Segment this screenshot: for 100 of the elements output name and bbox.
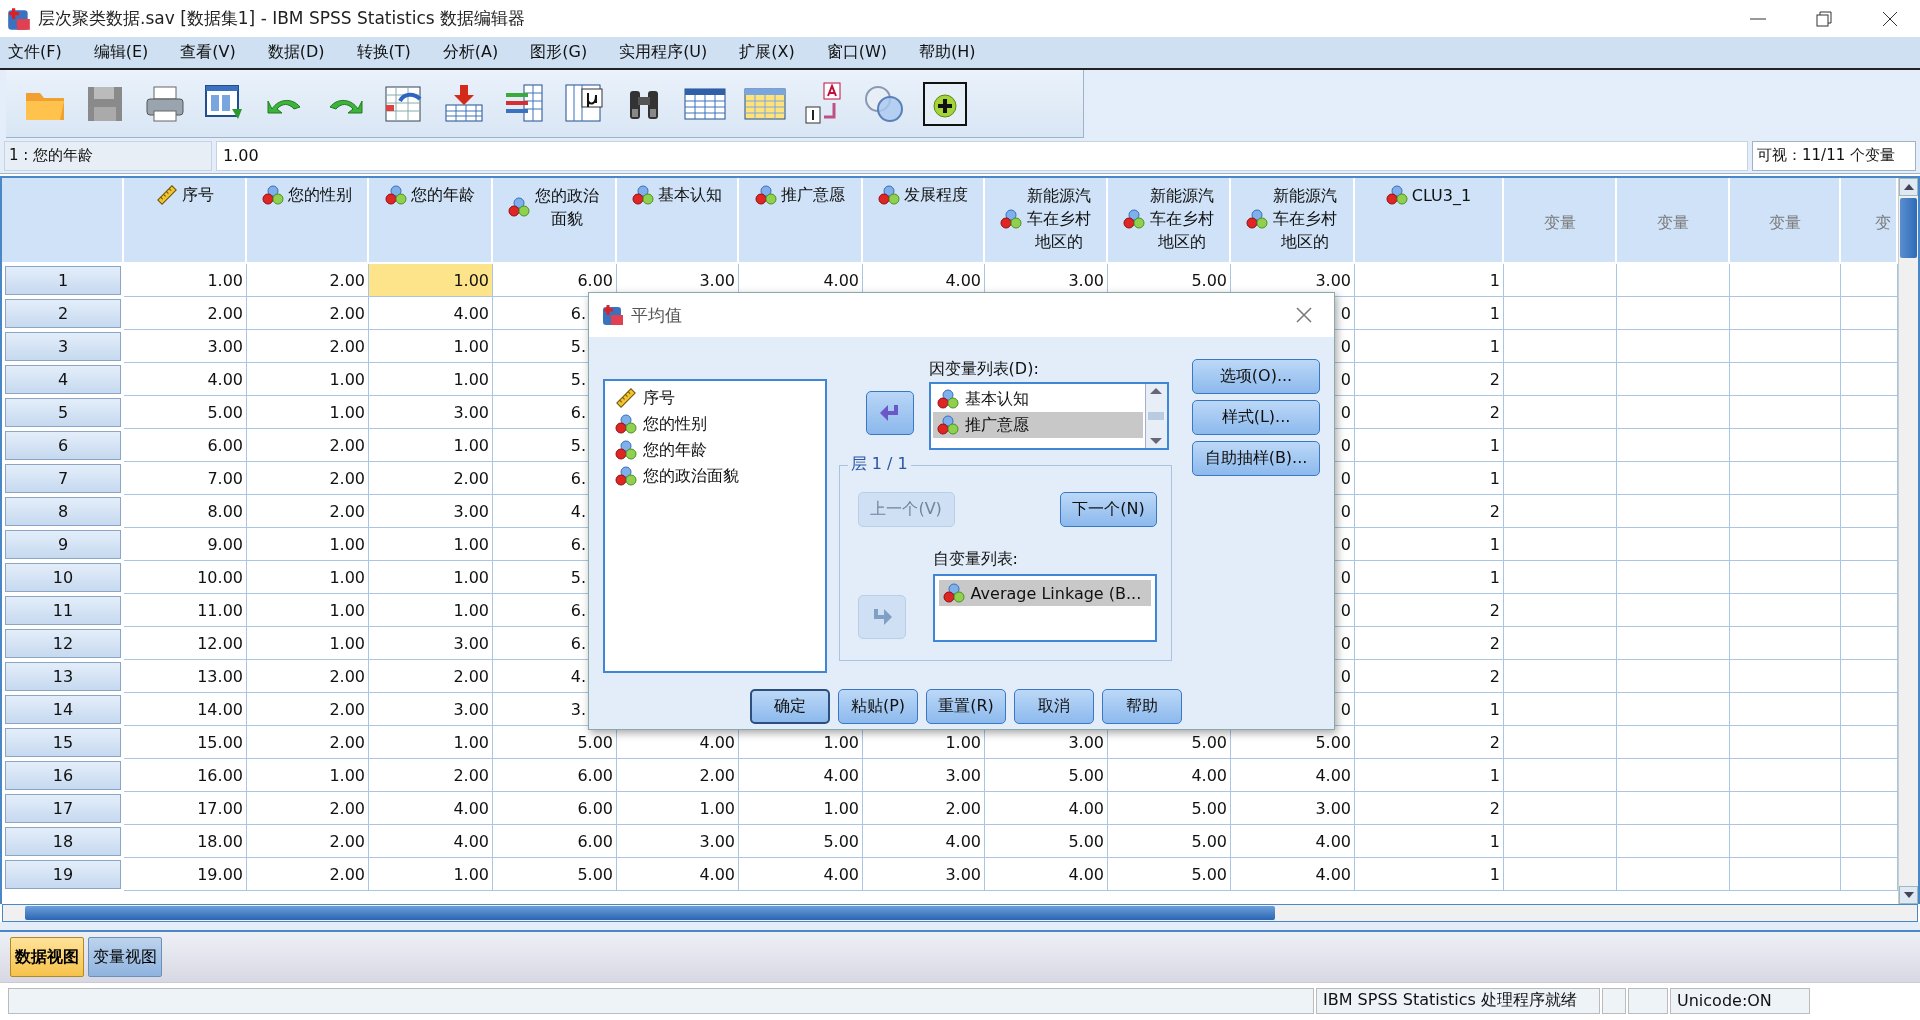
column-header[interactable]: 您的年龄	[369, 178, 493, 264]
menu-item[interactable]: 扩展(X)	[735, 42, 810, 63]
empty-cell[interactable]	[1730, 429, 1841, 462]
empty-cell[interactable]	[1730, 495, 1841, 528]
splitter[interactable]	[0, 922, 1920, 932]
empty-cell[interactable]	[1617, 825, 1730, 858]
row-number[interactable]: 5	[5, 398, 121, 427]
empty-cell[interactable]	[1730, 726, 1841, 759]
row-number[interactable]: 6	[5, 431, 121, 460]
row-number[interactable]: 3	[5, 332, 121, 361]
list-item[interactable]: Average Linkage (B...	[938, 580, 1151, 606]
row-number[interactable]: 8	[5, 497, 121, 526]
empty-cell[interactable]	[1617, 693, 1730, 726]
column-header[interactable]: 序号	[124, 178, 247, 264]
row-number[interactable]: 9	[5, 530, 121, 559]
column-header[interactable]: 推广意愿	[739, 178, 863, 264]
vertical-scrollbar[interactable]	[1898, 178, 1918, 904]
next-button[interactable]: 下一个(N)	[1060, 492, 1157, 527]
empty-cell[interactable]	[1730, 330, 1841, 363]
empty-cell[interactable]	[1617, 297, 1730, 330]
row-number[interactable]: 15	[5, 728, 121, 757]
cell-value-field[interactable]: 1.00	[216, 140, 1748, 171]
empty-cell[interactable]	[1617, 858, 1730, 891]
menu-item[interactable]: 编辑(E)	[89, 42, 164, 63]
row-number[interactable]: 18	[5, 827, 121, 856]
empty-cell[interactable]	[1730, 759, 1841, 792]
empty-cell[interactable]	[1730, 825, 1841, 858]
menu-item[interactable]: 分析(A)	[438, 42, 514, 63]
empty-cell[interactable]	[1617, 528, 1730, 561]
column-header[interactable]: 您的性别	[247, 178, 369, 264]
column-header[interactable]: 您的政治面貌	[493, 178, 617, 264]
empty-cell[interactable]	[1617, 660, 1730, 693]
row-number[interactable]: 12	[5, 629, 121, 658]
column-header[interactable]: 新能源汽车在乡村地区的	[985, 178, 1108, 264]
empty-cell[interactable]	[1730, 594, 1841, 627]
empty-cell[interactable]	[1730, 297, 1841, 330]
scrollbar-thumb[interactable]	[25, 906, 1275, 920]
empty-cell[interactable]	[1730, 462, 1841, 495]
column-header[interactable]: 新能源汽车在乡村地区的	[1108, 178, 1231, 264]
empty-cell[interactable]	[1730, 693, 1841, 726]
row-number[interactable]: 1	[5, 266, 121, 295]
empty-cell[interactable]	[1617, 726, 1730, 759]
column-header[interactable]: 基本认知	[617, 178, 739, 264]
menu-item[interactable]: 窗口(W)	[822, 42, 903, 63]
empty-cell[interactable]	[1617, 462, 1730, 495]
empty-cell[interactable]	[1730, 528, 1841, 561]
scrollbar-thumb[interactable]	[1145, 411, 1166, 421]
menu-item[interactable]: 图形(G)	[526, 42, 603, 63]
row-number[interactable]: 7	[5, 464, 121, 493]
empty-cell[interactable]	[1617, 264, 1730, 297]
empty-cell[interactable]	[1730, 627, 1841, 660]
empty-cell[interactable]	[1730, 858, 1841, 891]
list-item[interactable]: 推广意愿	[932, 412, 1143, 438]
column-header[interactable]: CLU3_1	[1355, 178, 1504, 264]
empty-cell[interactable]	[1730, 792, 1841, 825]
row-number[interactable]: 11	[5, 596, 121, 625]
empty-cell[interactable]	[1617, 561, 1730, 594]
list-item[interactable]: 基本认知	[932, 386, 1143, 412]
empty-cell[interactable]	[1617, 495, 1730, 528]
plus-icon[interactable]	[922, 80, 968, 127]
view-tab[interactable]: 数据视图	[10, 937, 84, 977]
empty-cell[interactable]	[1617, 759, 1730, 792]
menu-item[interactable]: 实用程序(U)	[615, 42, 723, 63]
row-number[interactable]: 10	[5, 563, 121, 592]
empty-cell[interactable]	[1617, 594, 1730, 627]
scroll-down-button[interactable]	[1899, 886, 1918, 904]
column-header[interactable]: 发展程度	[863, 178, 985, 264]
option-button[interactable]: 自助抽样(B)...	[1192, 441, 1320, 476]
menu-item[interactable]: 帮助(H)	[915, 42, 991, 63]
row-number[interactable]: 16	[5, 761, 121, 790]
empty-cell[interactable]	[1617, 363, 1730, 396]
empty-cell[interactable]	[1730, 561, 1841, 594]
row-number[interactable]: 19	[5, 860, 121, 889]
row-number[interactable]: 14	[5, 695, 121, 724]
empty-cell[interactable]	[1730, 264, 1841, 297]
menu-item[interactable]: 查看(V)	[176, 42, 251, 63]
move-button[interactable]	[865, 391, 914, 435]
horizontal-scrollbar[interactable]	[2, 904, 1918, 922]
dialog-button[interactable]: 确定	[750, 689, 830, 724]
row-number[interactable]: 2	[5, 299, 121, 328]
option-button[interactable]: 选项(O)...	[1192, 359, 1320, 394]
empty-cell[interactable]	[1617, 330, 1730, 363]
empty-cell[interactable]	[1617, 396, 1730, 429]
scroll-up-button[interactable]	[1899, 178, 1918, 196]
menu-item[interactable]: 数据(D)	[263, 42, 340, 63]
column-header[interactable]: 新能源汽车在乡村地区的	[1231, 178, 1355, 264]
empty-cell[interactable]	[1617, 627, 1730, 660]
view-tab[interactable]: 变量视图	[88, 937, 162, 977]
empty-cell[interactable]	[1617, 792, 1730, 825]
menu-item[interactable]: 文件(F)	[4, 42, 77, 63]
empty-cell[interactable]	[1730, 660, 1841, 693]
dialog-button[interactable]: 取消	[1014, 689, 1094, 724]
dialog-button[interactable]: 重置(R)	[926, 689, 1006, 724]
empty-cell[interactable]	[1730, 396, 1841, 429]
empty-cell[interactable]	[1730, 363, 1841, 396]
scrollbar-thumb[interactable]	[1900, 198, 1917, 258]
dialog-button[interactable]: 帮助	[1102, 689, 1182, 724]
dialog-button[interactable]: 粘贴(P)	[838, 689, 918, 724]
row-number[interactable]: 4	[5, 365, 121, 394]
row-number[interactable]: 13	[5, 662, 121, 691]
